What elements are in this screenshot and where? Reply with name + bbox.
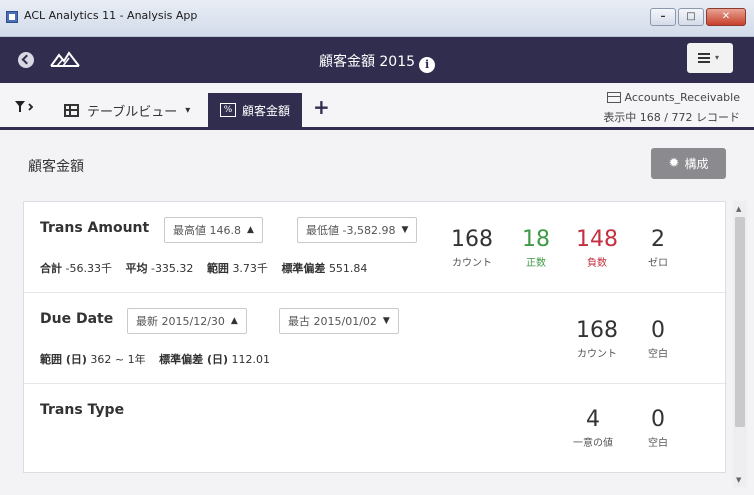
metric-label: ゼロ bbox=[648, 258, 668, 270]
chevron-down-icon: ▼ bbox=[401, 225, 409, 235]
stat-value: -56.33千 bbox=[65, 262, 112, 275]
latest-date-filter[interactable]: 最新 2015/12/30 ▲ bbox=[127, 308, 247, 334]
metric-value: 148 bbox=[576, 227, 618, 252]
metric-value: 18 bbox=[522, 227, 550, 252]
view-toolbar: テーブルビュー ▾ % 顧客金額 + Accounts_Receivable 表… bbox=[0, 83, 754, 130]
info-icon[interactable]: i bbox=[419, 57, 436, 73]
bottom-margin bbox=[0, 487, 754, 495]
scrollbar-thumb[interactable] bbox=[735, 217, 745, 427]
stat-key: 標準偏差 bbox=[281, 262, 326, 275]
min-value-filter[interactable]: 最低値 -3,582.98 ▼ bbox=[297, 217, 418, 243]
scroll-up-icon[interactable]: ▲ bbox=[736, 205, 741, 213]
data-source: Accounts_Receivable bbox=[606, 91, 741, 104]
metric-value: 4 bbox=[586, 407, 600, 432]
percent-icon: % bbox=[220, 103, 236, 117]
metric-negative: 148 負数 bbox=[567, 227, 627, 270]
add-tab-button[interactable]: + bbox=[313, 97, 330, 117]
stat-key: 合計 bbox=[40, 262, 62, 275]
stat-value: 112.01 bbox=[231, 353, 271, 366]
minimize-icon: – bbox=[660, 11, 666, 22]
section-title: 顧客金額 bbox=[28, 159, 84, 175]
chevron-up-icon: ▲ bbox=[247, 225, 254, 235]
table-icon bbox=[606, 92, 621, 103]
stat-value: 362 ~ 1年 bbox=[90, 353, 146, 366]
metric-value: 0 bbox=[651, 407, 665, 432]
field-name: Trans Amount bbox=[40, 220, 150, 236]
configure-label: 構成 bbox=[684, 157, 709, 171]
field-stats: 範囲 (日) 362 ~ 1年 標準偏差 (日) 112.01 bbox=[40, 351, 280, 367]
tab-label: 顧客金額 bbox=[242, 103, 291, 118]
maximize-button[interactable]: □ bbox=[678, 8, 704, 26]
metric-value: 168 bbox=[576, 318, 618, 343]
window-title: ACL Analytics 11 - Analysis App bbox=[24, 9, 198, 22]
tab-customer-amount[interactable]: % 顧客金額 bbox=[208, 93, 302, 127]
menu-button[interactable]: ▾ bbox=[687, 43, 733, 73]
chevron-down-icon: ▾ bbox=[715, 53, 720, 62]
metric-zero: 2 ゼロ bbox=[628, 227, 688, 270]
metric-label: カウント bbox=[577, 349, 617, 361]
table-view-dropdown[interactable]: テーブルビュー ▾ bbox=[52, 93, 204, 127]
field-summary-card: Trans Amount 最高値 146.8 ▲ 最低値 -3,582.98 ▼… bbox=[23, 201, 727, 473]
oldest-date-label: 最古 2015/01/02 bbox=[288, 315, 377, 328]
metric-count: 168 カウント bbox=[442, 227, 502, 270]
field-name: Trans Type bbox=[40, 402, 125, 418]
app-header: 顧客金額 2015 i ▾ bbox=[0, 37, 754, 83]
field-row-trans-amount: Trans Amount 最高値 146.8 ▲ 最低値 -3,582.98 ▼… bbox=[24, 202, 727, 293]
metric-positive: 18 正数 bbox=[506, 227, 566, 270]
oldest-date-filter[interactable]: 最古 2015/01/02 ▼ bbox=[279, 308, 399, 334]
metric-blank: 0 空白 bbox=[628, 407, 688, 450]
app-icon bbox=[6, 11, 18, 23]
metric-label: 一意の値 bbox=[573, 438, 613, 450]
stat-key: 範囲 bbox=[206, 262, 229, 275]
page-title-text: 顧客金額 2015 bbox=[318, 54, 416, 70]
table-view-label: テーブルビュー bbox=[87, 104, 178, 120]
metric-value: 168 bbox=[451, 227, 493, 252]
metric-value: 0 bbox=[651, 318, 665, 343]
close-button[interactable]: ✕ bbox=[706, 8, 746, 26]
field-row-due-date: Due Date 最新 2015/12/30 ▲ 最古 2015/01/02 ▼… bbox=[24, 293, 727, 384]
filter-icon[interactable] bbox=[14, 100, 36, 114]
metric-label: 空白 bbox=[648, 438, 668, 450]
metric-count: 168 カウント bbox=[567, 318, 627, 361]
stat-key: 範囲 (日) bbox=[40, 353, 87, 366]
field-row-trans-type: Trans Type 4 一意の値 0 空白 bbox=[24, 384, 727, 473]
metric-label: カウント bbox=[452, 258, 492, 270]
data-source-name: Accounts_Receivable bbox=[624, 91, 741, 104]
max-value-filter[interactable]: 最高値 146.8 ▲ bbox=[164, 217, 263, 243]
window-controls: – □ ✕ bbox=[650, 8, 746, 26]
scroll-down-icon[interactable]: ▼ bbox=[736, 476, 741, 484]
page-title: 顧客金額 2015 i bbox=[0, 51, 754, 73]
close-icon: ✕ bbox=[721, 11, 731, 22]
configure-button[interactable]: ✹ 構成 bbox=[651, 148, 726, 179]
metric-label: 負数 bbox=[587, 258, 607, 270]
latest-date-label: 最新 2015/12/30 bbox=[136, 315, 225, 328]
table-icon bbox=[64, 103, 79, 117]
stat-key: 平均 bbox=[125, 262, 148, 275]
minimize-button[interactable]: – bbox=[650, 8, 676, 26]
max-value-label: 最高値 146.8 bbox=[173, 224, 241, 237]
stat-value: -335.32 bbox=[150, 262, 194, 275]
metric-label: 空白 bbox=[648, 349, 668, 361]
vertical-scrollbar[interactable]: ▲ ▼ bbox=[733, 201, 747, 487]
field-stats: 合計 -56.33千 平均 -335.32 範囲 3.73千 標準偏差 551.… bbox=[40, 260, 377, 276]
min-value-label: 最低値 -3,582.98 bbox=[306, 224, 396, 237]
record-count: 表示中 168 / 772 レコード bbox=[603, 111, 740, 124]
metric-label: 正数 bbox=[526, 258, 546, 270]
stat-key: 標準偏差 (日) bbox=[159, 353, 228, 366]
metric-unique: 4 一意の値 bbox=[563, 407, 623, 450]
chevron-down-icon: ▾ bbox=[185, 104, 191, 116]
stat-value: 551.84 bbox=[328, 262, 368, 275]
chevron-up-icon: ▲ bbox=[230, 316, 238, 326]
hamburger-icon bbox=[698, 53, 710, 63]
window-title-bar: ACL Analytics 11 - Analysis App – □ ✕ bbox=[0, 0, 754, 37]
chevron-down-icon: ▼ bbox=[382, 316, 390, 326]
metric-blank: 0 空白 bbox=[628, 318, 688, 361]
gear-icon: ✹ bbox=[668, 156, 680, 171]
stat-value: 3.73千 bbox=[232, 262, 268, 275]
field-name: Due Date bbox=[40, 311, 114, 327]
maximize-icon: □ bbox=[686, 11, 696, 22]
metric-value: 2 bbox=[651, 227, 665, 252]
